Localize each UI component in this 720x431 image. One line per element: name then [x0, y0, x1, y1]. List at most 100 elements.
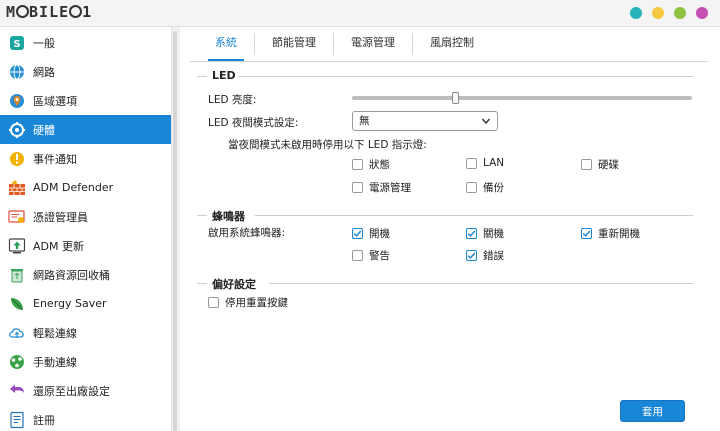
checkbox-box[interactable]: [466, 182, 477, 193]
firewall-icon: [8, 179, 26, 197]
window-dot-yellow[interactable]: [652, 7, 664, 19]
update-icon: [8, 237, 26, 255]
disable-reset-button-checkbox[interactable]: 停用重置按鍵: [208, 295, 288, 310]
preferences-section-title: 偏好設定: [212, 278, 256, 291]
sidebar-item-notification[interactable]: 事件通知: [0, 144, 171, 173]
sidebar-scrollbar[interactable]: [173, 31, 177, 431]
led-section-rule: [238, 76, 693, 77]
buzzer-section-rule-left: [197, 215, 207, 216]
mobile01-logo: M BILE 1: [6, 3, 93, 21]
apply-button[interactable]: 套用: [620, 400, 685, 422]
buzzer-enable-label: 啟用系統蜂鳴器:: [208, 227, 286, 239]
led-brightness-slider-handle[interactable]: [451, 92, 459, 104]
led-section-title: LED: [212, 69, 236, 82]
tab-system[interactable]: 系統: [198, 33, 255, 61]
sidebar-item-network[interactable]: 網路: [0, 57, 171, 86]
sidebar-item-label: 網路: [33, 65, 55, 79]
checkbox-label: LAN: [483, 157, 505, 169]
led-brightness-slider[interactable]: [352, 92, 692, 104]
sidebar-item-label: 一般: [33, 36, 55, 50]
sidebar-item-recycle-bin[interactable]: 網路資源回收桶: [0, 260, 171, 289]
settings-sidebar: S 一般 網路 區域選項 硬體 事件通知 ADM Defender 憑證管理員 …: [0, 27, 171, 431]
checkbox-label: 硬碟: [598, 159, 619, 171]
checkbox-box[interactable]: [352, 228, 363, 239]
checkbox-box[interactable]: [466, 157, 477, 169]
region-icon: [8, 92, 26, 110]
sidebar-item-adm-update[interactable]: ADM 更新: [0, 231, 171, 260]
globe-icon: [8, 63, 26, 81]
tab-power-management[interactable]: 電源管理: [334, 33, 413, 55]
led-section-rule-left: [197, 76, 207, 77]
checkbox-box[interactable]: [466, 250, 477, 261]
sidebar-item-hardware[interactable]: 硬體: [0, 115, 171, 144]
window-controls: [630, 7, 708, 19]
certificate-icon: [8, 208, 26, 226]
buzzer-warning-checkbox[interactable]: 警告: [352, 248, 390, 263]
checkbox-box[interactable]: [352, 182, 363, 193]
sidebar-item-region[interactable]: 區域選項: [0, 86, 171, 115]
sidebar-item-label: 事件通知: [33, 152, 77, 166]
hardware-settings-panel: 系統 節能管理 電源管理 風扇控制 LED LED 亮度: LED 夜間模式設定…: [180, 27, 720, 431]
sidebar-item-label: 憑證管理員: [33, 210, 88, 224]
tab-power-saving[interactable]: 節能管理: [255, 33, 334, 55]
settings-tabs: 系統 節能管理 電源管理 風扇控制: [198, 33, 491, 61]
sidebar-item-label: 註冊: [33, 413, 55, 427]
checkbox-box[interactable]: [581, 159, 592, 170]
buzzer-reboot-checkbox[interactable]: 重新開機: [581, 226, 640, 241]
restore-icon: [8, 382, 26, 400]
sidebar-item-label: 網路資源回收桶: [33, 268, 110, 282]
preferences-section-rule: [269, 283, 693, 284]
sidebar-item-ezconnect[interactable]: 輕鬆連線: [0, 318, 171, 347]
checkbox-box[interactable]: [208, 297, 219, 308]
energy-saver-icon: [8, 295, 26, 313]
window-dot-purple[interactable]: [696, 7, 708, 19]
checkbox-label: 備份: [483, 182, 504, 194]
sidebar-item-manual-connect[interactable]: 手動連線: [0, 347, 171, 376]
checkbox-label: 關機: [483, 228, 504, 240]
buzzer-boot-checkbox[interactable]: 開機: [352, 226, 390, 241]
preferences-section-rule-left: [197, 283, 207, 284]
led-indicator-status-checkbox[interactable]: 狀態: [352, 157, 390, 172]
buzzer-section-title: 蜂鳴器: [212, 210, 245, 223]
buzzer-error-checkbox[interactable]: 錯誤: [466, 248, 504, 263]
checkbox-label: 錯誤: [483, 250, 504, 262]
checkbox-box[interactable]: [581, 228, 592, 239]
checkbox-box[interactable]: [466, 228, 477, 239]
manual-connect-icon: [8, 353, 26, 371]
buzzer-shutdown-checkbox[interactable]: 關機: [466, 226, 504, 241]
buzzer-section-rule: [255, 215, 693, 216]
sidebar-item-registration[interactable]: 註冊: [0, 405, 171, 431]
sidebar-item-general[interactable]: S 一般: [0, 28, 171, 57]
checkbox-box[interactable]: [352, 250, 363, 261]
window-dot-green[interactable]: [674, 7, 686, 19]
led-indicator-lan-checkbox[interactable]: LAN: [466, 157, 504, 169]
led-night-mode-select[interactable]: 無: [352, 111, 498, 131]
checkbox-box[interactable]: [352, 159, 363, 170]
checkbox-label: 重新開機: [598, 228, 640, 240]
led-indicator-backup-checkbox[interactable]: 備份: [466, 180, 504, 195]
svg-text:S: S: [13, 39, 20, 50]
sidebar-item-label: 手動連線: [33, 355, 77, 369]
checkbox-label: 狀態: [369, 159, 390, 171]
sidebar-item-energy-saver[interactable]: Energy Saver: [0, 289, 171, 318]
sidebar-item-factory-reset[interactable]: 還原至出廠設定: [0, 376, 171, 405]
sidebar-item-adm-defender[interactable]: ADM Defender: [0, 173, 171, 202]
led-brightness-label: LED 亮度:: [208, 94, 257, 106]
sidebar-item-label: ADM Defender: [33, 181, 114, 194]
checkbox-label: 警告: [369, 250, 390, 262]
register-icon: [8, 411, 26, 429]
sidebar-item-label: 硬體: [33, 123, 55, 137]
alert-icon: [8, 150, 26, 168]
sidebar-item-label: ADM 更新: [33, 239, 84, 253]
sidebar-item-certificate[interactable]: 憑證管理員: [0, 202, 171, 231]
led-indicator-power-checkbox[interactable]: 電源管理: [352, 180, 411, 195]
sidebar-item-label: 區域選項: [33, 94, 77, 108]
led-indicator-disk-checkbox[interactable]: 硬碟: [581, 157, 619, 172]
sidebar-item-label: 還原至出廠設定: [33, 384, 110, 398]
tab-fan-control[interactable]: 風扇控制: [413, 33, 491, 55]
led-disable-hint: 當夜間模式未啟用時停用以下 LED 指示燈:: [228, 139, 427, 151]
window-dot-teal[interactable]: [630, 7, 642, 19]
recycle-bin-icon: [8, 266, 26, 284]
checkbox-label: 停用重置按鍵: [225, 297, 288, 309]
checkbox-label: 電源管理: [369, 182, 411, 194]
